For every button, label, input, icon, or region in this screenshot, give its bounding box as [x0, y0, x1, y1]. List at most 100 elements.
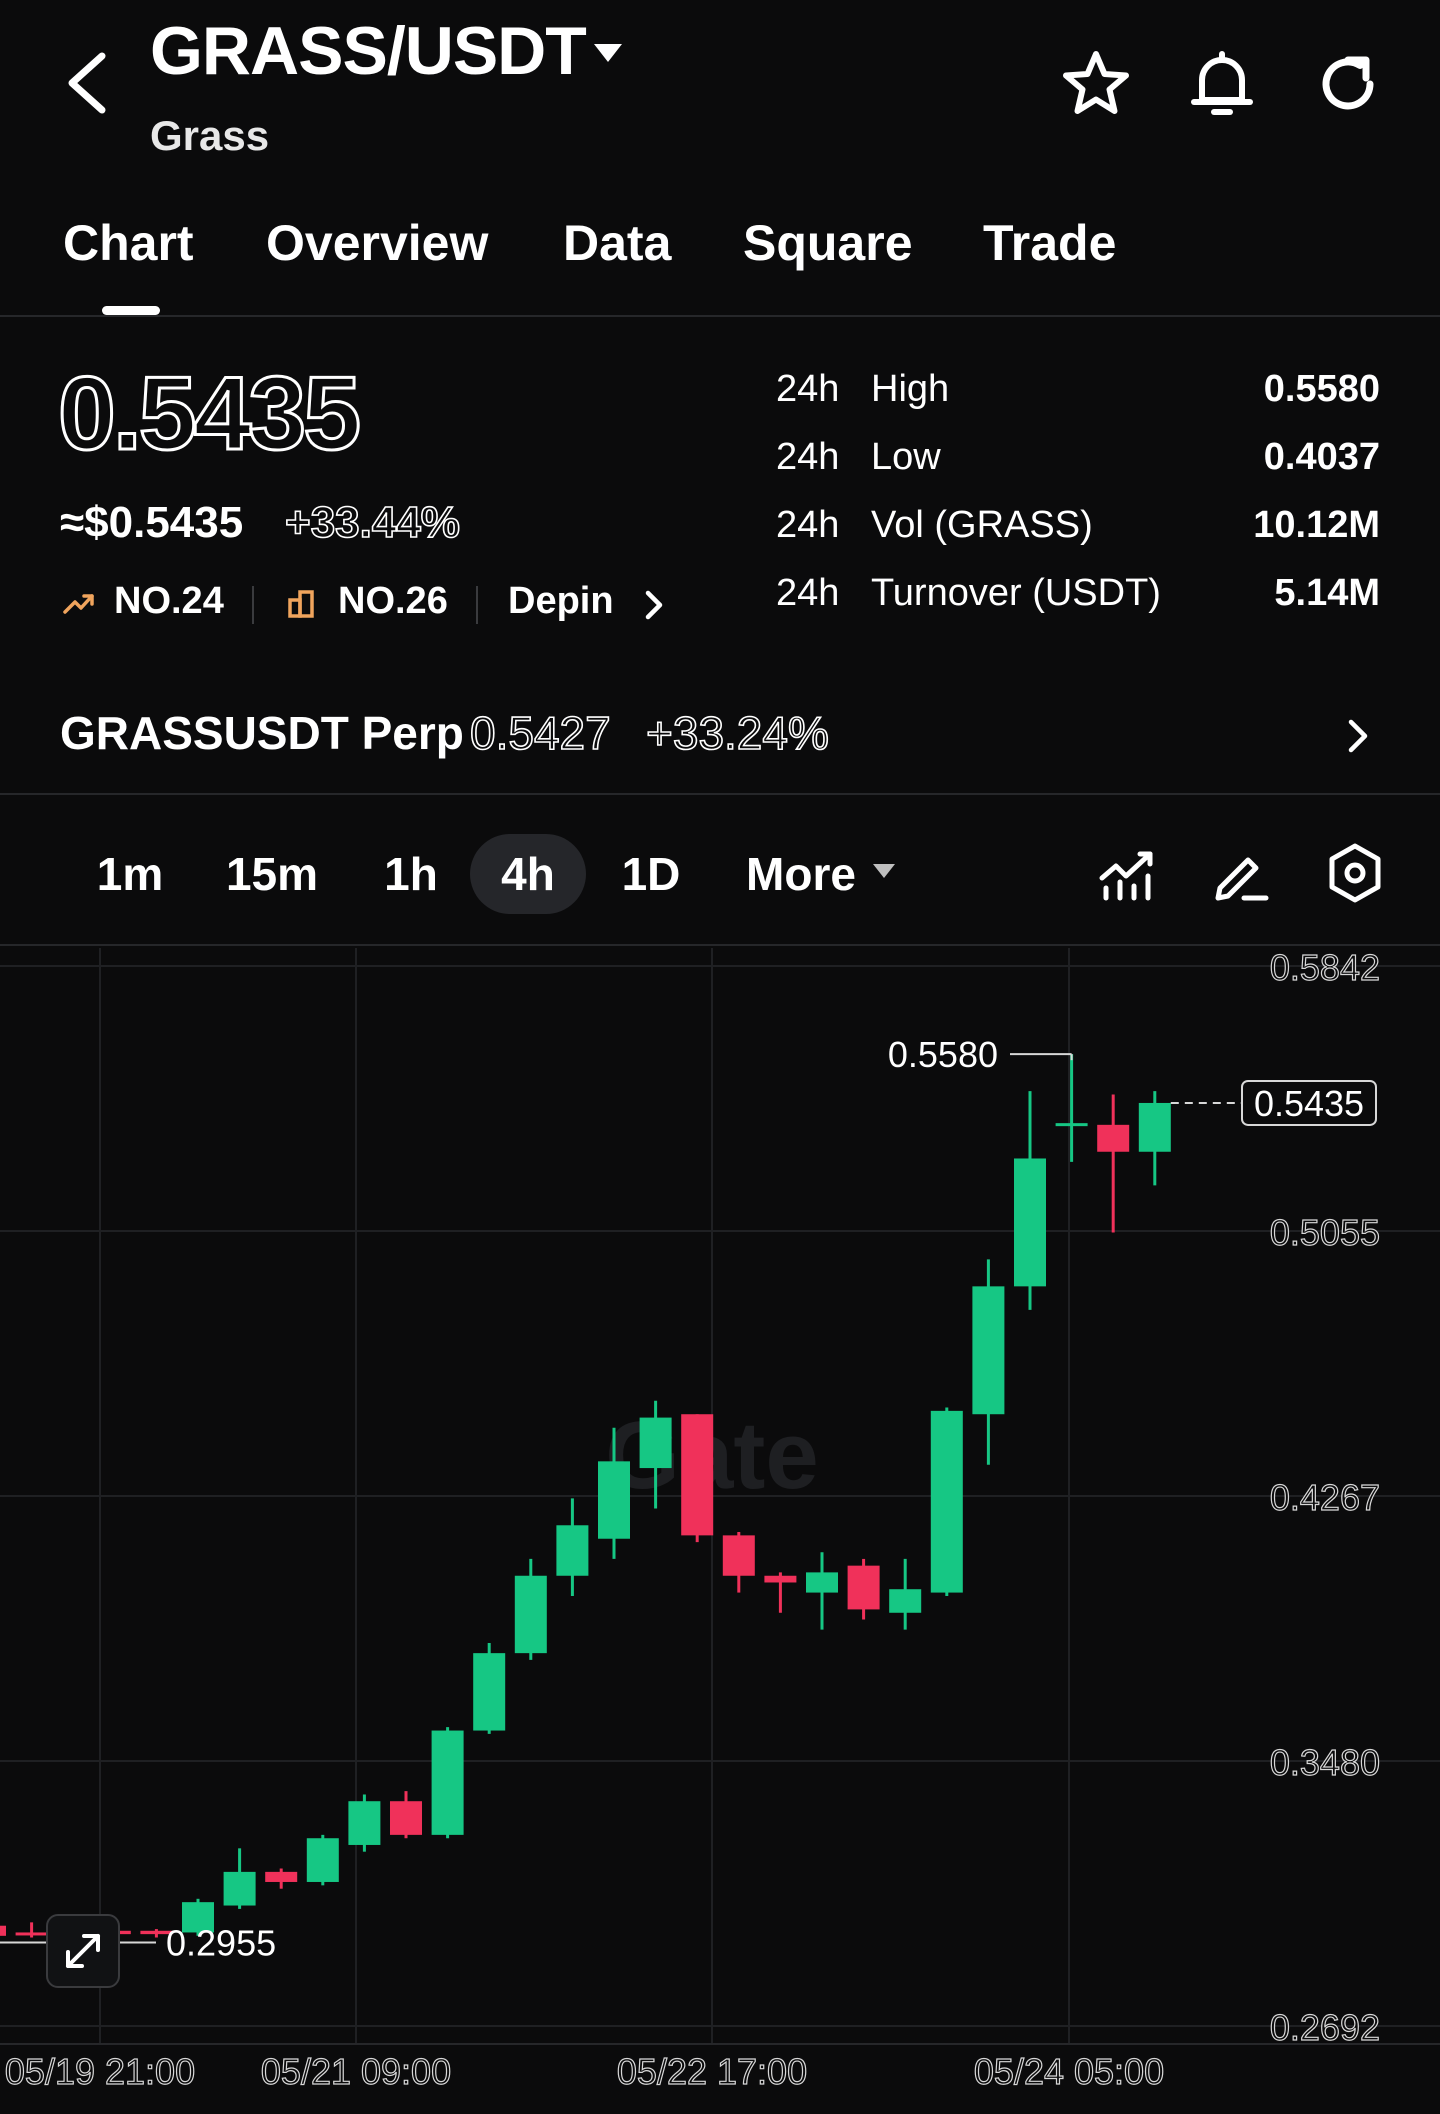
rank-volume[interactable]: NO.26 [338, 580, 448, 623]
x-tick-label: 05/19 21:00 [5, 2051, 195, 2092]
candle-body [847, 1565, 880, 1610]
tab-data[interactable]: Data [563, 214, 671, 272]
candle-body [0, 1925, 6, 1936]
indicator-icon[interactable] [1094, 840, 1160, 906]
pair-subtitle: Grass [150, 112, 270, 159]
candle-body [930, 1410, 963, 1593]
candle-body [1055, 1123, 1088, 1127]
tab-chart[interactable]: Chart [63, 214, 194, 272]
rank-trending[interactable]: NO.24 [114, 580, 224, 623]
star-icon[interactable] [1058, 46, 1134, 122]
candle-body [889, 1589, 922, 1613]
interval-15m[interactable]: 15m [212, 834, 332, 914]
stat-value: 0.5580 [1263, 368, 1380, 410]
min-price-label: 0.2955 [166, 1923, 276, 1964]
bar-chart-icon [288, 590, 314, 618]
divider [252, 586, 254, 624]
last-price-label: 0.5435 [1254, 1083, 1364, 1124]
interval-1d[interactable]: 1D [606, 834, 696, 914]
tab-trade[interactable]: Trade [983, 214, 1116, 272]
y-tick-label: 0.5055 [1270, 1212, 1380, 1253]
refresh-icon[interactable] [1310, 46, 1386, 122]
y-tick-label: 0.5842 [1270, 948, 1380, 988]
candle-body [598, 1461, 630, 1539]
fullscreen-button[interactable] [46, 1914, 120, 1988]
candle-body [639, 1417, 672, 1469]
candle-body [431, 1730, 464, 1835]
interval-1h[interactable]: 1h [366, 834, 456, 914]
stat-label: Vol (GRASS) [871, 504, 1093, 546]
candle-body [306, 1838, 339, 1882]
stat-period: 24h [776, 504, 840, 546]
rank-row: NO.24 NO.26 Depin [60, 580, 780, 630]
y-tick-label: 0.2692 [1270, 2007, 1380, 2048]
candle-body [681, 1414, 714, 1536]
interval-1m[interactable]: 1m [82, 834, 178, 914]
stat-row-high: 24h High 0.5580 [776, 368, 1380, 436]
stat-value: 0.4037 [1263, 436, 1380, 478]
settings-icon[interactable] [1322, 840, 1388, 906]
caret-down-icon[interactable] [870, 860, 898, 884]
perp-price: 0.5427 [469, 706, 611, 760]
candle-body [390, 1801, 422, 1835]
candle-body [265, 1871, 298, 1882]
perp-link-row[interactable]: GRASSUSDT Perp 0.5427 +33.24% [0, 680, 1440, 795]
back-icon[interactable] [58, 48, 118, 118]
caret-down-icon[interactable] [588, 38, 628, 68]
y-tick-label: 0.4267 [1270, 1477, 1380, 1518]
perp-change: +33.24% [645, 706, 829, 760]
stat-label: Turnover (USDT) [871, 572, 1161, 614]
candle-body [556, 1525, 589, 1576]
candle-body [348, 1801, 381, 1845]
candle-body [972, 1286, 1005, 1415]
interval-toolbar: 1m 15m 1h 4h 1D More [0, 798, 1440, 946]
candle-body [1014, 1158, 1046, 1287]
last-price: 0.5435 [56, 355, 362, 474]
stat-value: 5.14M [1274, 572, 1380, 614]
interval-4h[interactable]: 4h [470, 834, 586, 914]
trend-up-icon [63, 594, 94, 614]
divider [476, 586, 478, 624]
candle-body [15, 1932, 48, 1936]
stat-label: High [871, 368, 950, 410]
stat-row-low: 24h Low 0.4037 [776, 436, 1380, 504]
stat-value: 10.12M [1253, 504, 1380, 546]
sector-tag[interactable]: Depin [508, 580, 614, 623]
expand-icon [66, 1934, 100, 1968]
draw-pen-icon[interactable] [1208, 840, 1274, 906]
x-tick-label: 05/24 05:00 [974, 2051, 1164, 2092]
stats-panel: 24h High 0.5580 24h Low 0.4037 24h Vol (… [776, 368, 1380, 640]
usd-price: ≈$0.5435 [60, 498, 244, 547]
app-header: GRASS/USDT Grass [0, 0, 1440, 175]
stat-label: Low [871, 436, 941, 478]
candle-body [1138, 1102, 1171, 1152]
candle-body [722, 1535, 755, 1576]
x-tick-label: 05/22 17:00 [617, 2051, 807, 2092]
stat-period: 24h [776, 572, 840, 614]
price-chart[interactable]: 0.5842 0.5055 0.4267 0.3480 0.2692 05/19 21:0… [0, 948, 1440, 2114]
stat-row-volume: 24h Vol (GRASS) 10.12M [776, 504, 1380, 572]
candle-body [514, 1575, 547, 1654]
bell-icon[interactable] [1184, 46, 1260, 122]
stat-period: 24h [776, 368, 840, 410]
main-tabs: Chart Overview Data Square Trade [0, 200, 1440, 317]
candle-body [806, 1572, 838, 1593]
max-price-label: 0.5580 [888, 1034, 998, 1075]
candle-body [764, 1575, 797, 1583]
y-tick-label: 0.3480 [1270, 1742, 1380, 1783]
candle-body [223, 1871, 256, 1906]
candle-body [1097, 1124, 1130, 1152]
chevron-right-icon[interactable] [640, 588, 668, 622]
active-tab-indicator [102, 306, 160, 315]
stat-period: 24h [776, 436, 840, 478]
interval-more[interactable]: More [740, 834, 862, 914]
candle-body [473, 1653, 506, 1731]
chevron-right-icon[interactable] [1340, 716, 1376, 756]
tab-square[interactable]: Square [743, 214, 913, 272]
candlestick-chart[interactable]: 0.5842 0.5055 0.4267 0.3480 0.2692 05/19 21:0… [0, 948, 1440, 2114]
tab-overview[interactable]: Overview [266, 214, 488, 272]
x-tick-label: 05/21 09:00 [261, 2051, 451, 2092]
change-percent: +33.44% [284, 497, 461, 548]
pair-title[interactable]: GRASS/USDT [150, 12, 587, 90]
stat-row-turnover: 24h Turnover (USDT) 5.14M [776, 572, 1380, 640]
